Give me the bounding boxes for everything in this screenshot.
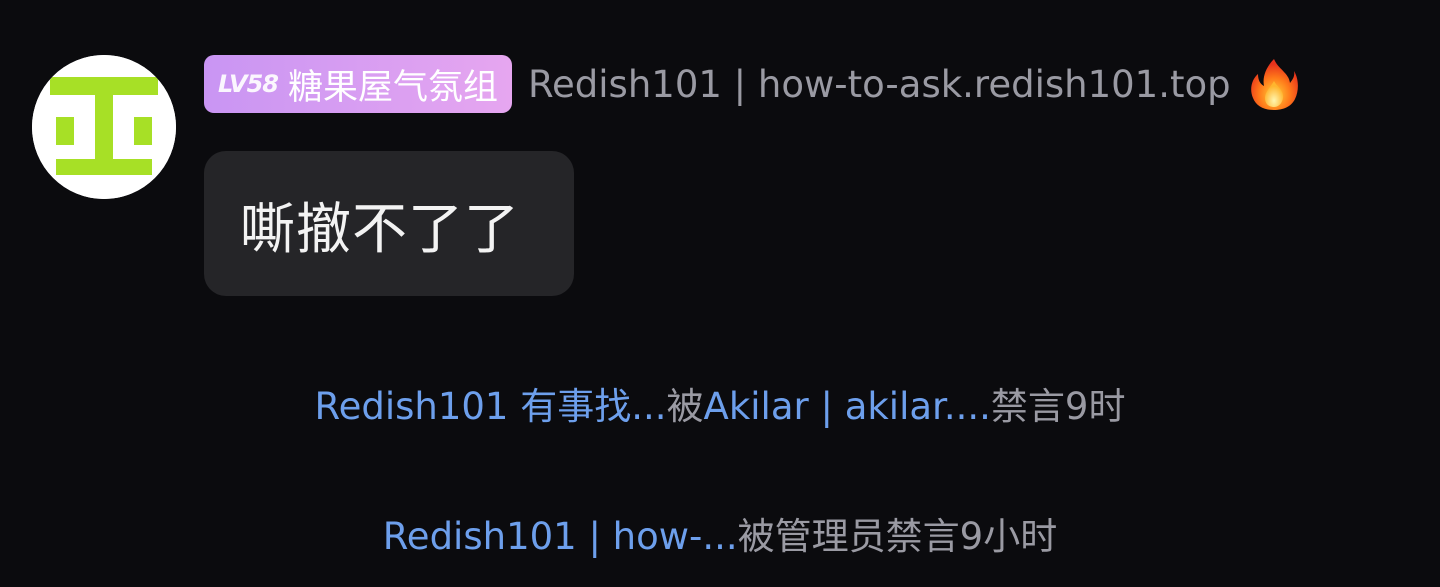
message-text: 嘶撤不了了 [240, 196, 521, 261]
avatar-pixel-face-icon [32, 55, 176, 199]
notice-target-link[interactable]: Redish101 有事找... [315, 385, 667, 428]
notice-connector: 被管理员禁言9小时 [737, 515, 1058, 558]
notice-action: 禁言9时 [990, 385, 1126, 428]
notice-actor-link[interactable]: Akilar | akilar.... [704, 385, 991, 428]
level-label: LV58 [218, 70, 279, 98]
sender-name[interactable]: Redish101 | how-to-ask.redish101.top [528, 63, 1231, 106]
fire-icon [1249, 57, 1299, 111]
message-bubble[interactable]: 嘶撤不了了 [204, 151, 574, 296]
message-header: LV58 糖果屋气氛组 Redish101 | how-to-ask.redis… [204, 55, 1299, 113]
group-title-label: 糖果屋气氛组 [287, 67, 498, 108]
system-notice: Redish101 | how-...被管理员禁言9小时 [0, 506, 1440, 560]
notice-target-link[interactable]: Redish101 | how-... [383, 515, 738, 558]
avatar[interactable] [32, 55, 176, 199]
group-title-badge[interactable]: LV58 糖果屋气氛组 [204, 55, 512, 113]
system-notice: Redish101 有事找...被Akilar | akilar....禁言9时 [0, 376, 1440, 430]
notice-connector: 被 [666, 385, 704, 428]
